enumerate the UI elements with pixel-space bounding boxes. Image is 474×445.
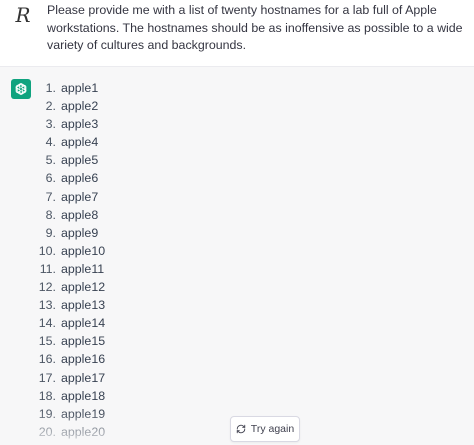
hostname-text: apple17 <box>61 370 106 385</box>
list-item-number: 7. <box>45 189 56 204</box>
list-item-number: 14. <box>38 316 56 331</box>
try-again-label: Try again <box>250 423 295 435</box>
refresh-icon <box>236 424 246 434</box>
list-item-number: 2. <box>45 99 56 114</box>
hostname-text: apple20 <box>61 424 106 439</box>
list-item-number: 10. <box>38 243 56 258</box>
list-item-number: 19. <box>38 406 56 421</box>
hostname-text: apple1 <box>61 81 99 95</box>
user-avatar: R <box>15 3 31 27</box>
hostname-text: apple16 <box>61 352 106 367</box>
list-item-number: 15. <box>38 334 56 349</box>
hostname-text: apple18 <box>61 388 106 403</box>
list-item-number: 17. <box>38 370 56 385</box>
list-item-number: 16. <box>38 352 56 367</box>
user-message-text: Please provide me with a list of twenty … <box>47 3 463 52</box>
hostname-text: apple13 <box>61 298 106 313</box>
assistant-message: 1. apple1 2. apple2 3. apple3 4. apple4 5. apple5… <box>0 67 474 445</box>
list-item-number: 5. <box>45 153 56 168</box>
list-item-number: 1. <box>45 81 56 95</box>
hostname-text: apple14 <box>61 316 106 331</box>
try-again-button[interactable]: Try again <box>230 416 300 442</box>
chat-conversation: R Please provide me with a list of twent… <box>0 0 474 445</box>
list-item-number: 20. <box>38 424 56 439</box>
hostname-text: apple8 <box>61 207 99 222</box>
list-item-number: 18. <box>38 388 56 403</box>
hostname-text: apple4 <box>61 135 99 150</box>
list-item-number: 13. <box>38 298 56 313</box>
list-item-number: 11. <box>39 261 56 276</box>
hostname-text: apple9 <box>61 225 99 240</box>
hostname-text: apple15 <box>61 334 106 349</box>
list-item-number: 9. <box>45 225 56 240</box>
hostname-text: apple6 <box>61 171 99 186</box>
hostname-text: apple10 <box>61 243 106 258</box>
hostname-text: apple2 <box>61 99 99 114</box>
user-message: R Please provide me with a list of twent… <box>0 0 474 67</box>
list-item-number: 8. <box>45 207 56 222</box>
hostname-text: apple12 <box>61 280 106 295</box>
list-item-number: 12. <box>38 280 56 295</box>
hostname-text: apple11 <box>61 261 105 276</box>
hostname-text: apple7 <box>61 189 99 204</box>
hostname-text: apple3 <box>61 117 99 132</box>
list-item-number: 3. <box>45 117 56 132</box>
list-item-number: 6. <box>45 171 56 186</box>
hostname-text: apple5 <box>61 153 99 168</box>
hostname-text: apple19 <box>61 406 106 421</box>
list-item-number: 4. <box>45 135 56 150</box>
